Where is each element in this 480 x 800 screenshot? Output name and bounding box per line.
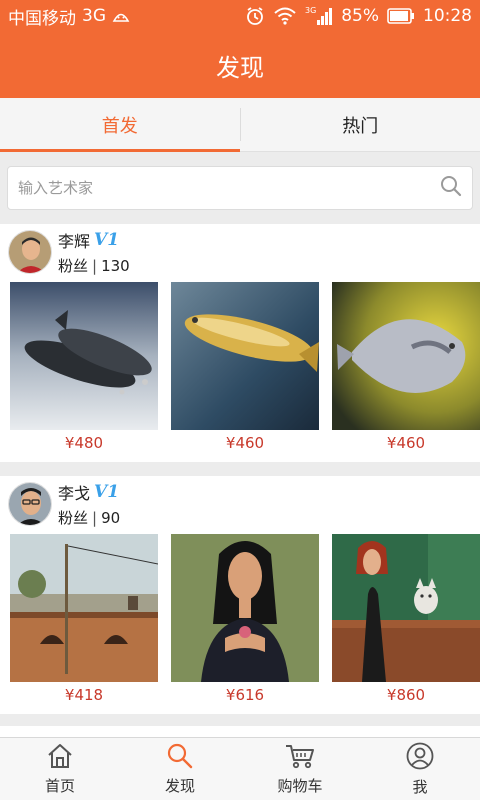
battery-percent: 85% (341, 6, 379, 26)
artwork-price: ¥480 (64, 434, 104, 452)
avatar[interactable] (8, 482, 52, 526)
artwork-item[interactable]: ¥616 (171, 534, 319, 704)
nav-home[interactable]: 首页 (0, 738, 120, 800)
artwork-price: ¥616 (225, 686, 265, 704)
tab-label: 热门 (342, 115, 379, 137)
user-icon (406, 742, 434, 774)
nav-cart[interactable]: 购物车 (240, 738, 360, 800)
carrier-label: 中国移动 (8, 8, 76, 29)
artwork-price: ¥860 (386, 686, 426, 704)
fans-count: 粉丝 | 90 (58, 509, 121, 527)
tab-label: 首发 (101, 115, 138, 137)
verified-badge: V1 (94, 230, 120, 250)
search-icon (166, 743, 194, 773)
svg-text:3G: 3G (305, 6, 316, 15)
nav-label: 发现 (164, 776, 195, 795)
artwork-item[interactable]: ¥860 (332, 534, 480, 704)
artwork-price: ¥418 (64, 686, 104, 704)
battery-icon (387, 8, 415, 24)
artwork-price: ¥460 (386, 434, 426, 452)
page-title-bar: 发现 (0, 32, 480, 98)
artist-card: 李戈 V1 粉丝 | 90 ¥418 ¥616 ¥860 (0, 476, 480, 714)
tab-first-release[interactable]: 首发 (0, 98, 240, 152)
artwork-item[interactable]: ¥480 (10, 282, 158, 452)
tab-popular[interactable]: 热门 (241, 98, 480, 151)
alarm-icon (245, 6, 265, 26)
nav-label: 首页 (44, 776, 75, 795)
nav-label: 购物车 (277, 776, 323, 795)
artist-name: 李辉 (58, 232, 91, 251)
two-fish-painting[interactable] (10, 282, 158, 430)
network-type: 3G (82, 6, 106, 26)
search-section (0, 152, 480, 222)
artist-name: 李戈 (58, 484, 91, 503)
nav-discover[interactable]: 发现 (120, 738, 240, 800)
artwork-item[interactable]: ¥460 (332, 282, 480, 452)
street-scene-painting[interactable] (10, 534, 158, 682)
artwork-item[interactable]: ¥460 (171, 282, 319, 452)
verified-badge: V1 (94, 482, 120, 502)
wifi-icon (273, 7, 297, 25)
tab-bar: 首发 热门 (0, 98, 480, 152)
home-icon (46, 743, 74, 773)
yellow-croaker-painting[interactable] (171, 282, 319, 430)
status-bar: 中国移动 3G 3G 85% 10:28 (0, 0, 480, 32)
artwork-item[interactable]: ¥418 (10, 534, 158, 704)
artist-header[interactable]: 李辉 V1 粉丝 | 130 (0, 224, 480, 280)
search-icon[interactable] (440, 175, 462, 201)
page-title: 发现 (216, 53, 264, 82)
pomfret-painting[interactable] (332, 282, 480, 430)
avatar[interactable] (8, 230, 52, 274)
search-box (7, 166, 473, 210)
artwork-price: ¥460 (225, 434, 265, 452)
artist-search-input[interactable] (18, 179, 440, 197)
nav-me[interactable]: 我 (360, 738, 480, 800)
fans-count: 粉丝 | 130 (58, 257, 130, 275)
woman-with-flower-painting[interactable] (171, 534, 319, 682)
artist-card: 李辉 V1 粉丝 | 130 ¥480 ¥460 ¥460 (0, 224, 480, 462)
artist-header[interactable]: 李戈 V1 粉丝 | 90 (0, 476, 480, 532)
android-icon (112, 10, 130, 22)
bottom-nav: 首页 发现 购物车 我 (0, 737, 480, 800)
nav-label: 我 (412, 777, 428, 796)
artwork-row: ¥480 ¥460 ¥460 (0, 280, 480, 452)
woman-with-cat-painting[interactable] (332, 534, 480, 682)
artwork-row: ¥418 ¥616 ¥860 (0, 532, 480, 704)
signal-icon: 3G (305, 5, 333, 27)
cart-icon (285, 743, 315, 773)
clock: 10:28 (423, 6, 472, 26)
